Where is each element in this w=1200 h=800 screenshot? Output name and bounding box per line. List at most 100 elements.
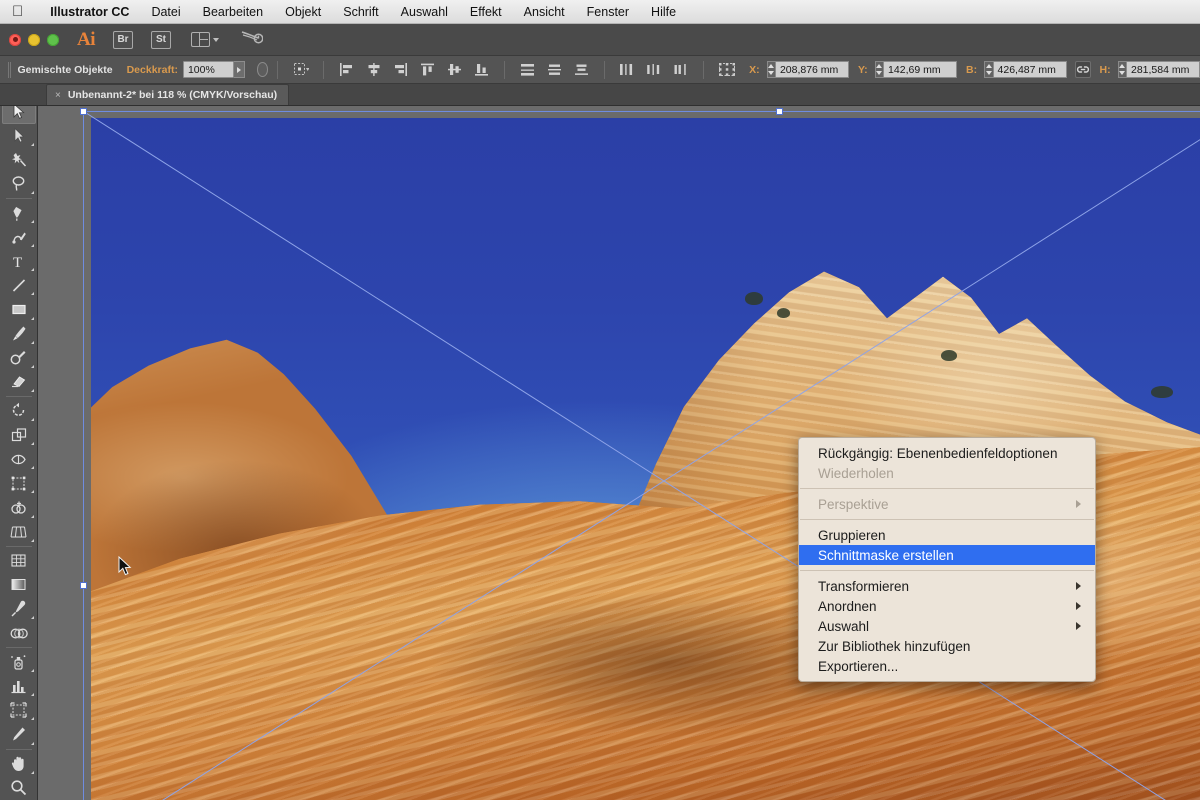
pen-tool[interactable] bbox=[2, 201, 36, 225]
context-menu-item-transformieren[interactable]: Transformieren bbox=[799, 576, 1095, 596]
perspective-grid-tool[interactable] bbox=[2, 520, 36, 544]
blob-brush-tool[interactable] bbox=[2, 346, 36, 370]
selection-handle-middle-left[interactable] bbox=[80, 582, 87, 589]
opacity-input[interactable]: 100% bbox=[183, 61, 234, 78]
y-stepper[interactable] bbox=[875, 61, 883, 78]
context-menu-item-anordnen[interactable]: Anordnen bbox=[799, 596, 1095, 616]
context-menu-item-label: Exportieren... bbox=[818, 659, 898, 674]
submenu-arrow-icon bbox=[1076, 602, 1081, 610]
close-icon[interactable]: × bbox=[55, 90, 61, 101]
shape-builder-tool[interactable] bbox=[2, 495, 36, 519]
recolor-artwork-icon[interactable] bbox=[257, 62, 269, 77]
menu-item-objekt[interactable]: Objekt bbox=[274, 0, 332, 24]
context-menu-item-label: Anordnen bbox=[818, 599, 877, 614]
workspace-switcher-icon[interactable] bbox=[191, 32, 219, 47]
align-top-icon[interactable] bbox=[419, 62, 436, 77]
slice-tool[interactable] bbox=[2, 722, 36, 746]
distribute-top-icon[interactable] bbox=[519, 62, 536, 77]
transform-panel-icon[interactable] bbox=[718, 62, 735, 77]
distribute-left-icon[interactable] bbox=[618, 62, 635, 77]
mesh-tool[interactable] bbox=[2, 549, 36, 573]
menu-item-ansicht[interactable]: Ansicht bbox=[513, 0, 576, 24]
symbol-sprayer-tool[interactable] bbox=[2, 650, 36, 674]
x-stepper[interactable] bbox=[767, 61, 775, 78]
width-label: B: bbox=[966, 64, 977, 76]
menu-item-bearbeiten[interactable]: Bearbeiten bbox=[192, 0, 274, 24]
rotate-tool[interactable] bbox=[2, 399, 36, 423]
free-transform-tool[interactable] bbox=[2, 471, 36, 495]
width-tool[interactable] bbox=[2, 447, 36, 471]
context-menu-separator bbox=[800, 519, 1094, 520]
menu-item-hilfe[interactable]: Hilfe bbox=[640, 0, 687, 24]
curvature-tool[interactable] bbox=[2, 225, 36, 249]
search-tools-icon[interactable] bbox=[241, 29, 263, 50]
width-input[interactable]: 426,487 mm bbox=[993, 61, 1067, 78]
context-menu-item-schnittmaske-erstellen[interactable]: Schnittmaske erstellen bbox=[799, 545, 1095, 565]
align-center-horizontal-icon[interactable] bbox=[365, 62, 382, 77]
menu-item-effekt[interactable]: Effekt bbox=[459, 0, 513, 24]
line-segment-tool[interactable] bbox=[2, 273, 36, 297]
type-tool[interactable]: T bbox=[2, 249, 36, 273]
context-menu-item-label: Gruppieren bbox=[818, 528, 886, 543]
x-coordinate-input[interactable]: 208,876 mm bbox=[775, 61, 849, 78]
magic-wand-tool[interactable] bbox=[2, 148, 36, 172]
scale-tool[interactable] bbox=[2, 423, 36, 447]
control-bar-grip[interactable] bbox=[8, 62, 11, 78]
lasso-tool[interactable] bbox=[2, 172, 36, 196]
menu-item-auswahl[interactable]: Auswahl bbox=[390, 0, 459, 24]
bush-icon bbox=[1151, 386, 1173, 398]
menu-item-illustrator-cc[interactable]: Illustrator CC bbox=[39, 0, 140, 24]
context-menu-item-zur-bibliothek-hinzufuegen[interactable]: Zur Bibliothek hinzufügen bbox=[799, 636, 1095, 656]
bush-icon bbox=[745, 292, 763, 305]
y-coordinate-input[interactable]: 142,69 mm bbox=[883, 61, 957, 78]
width-stepper[interactable] bbox=[984, 61, 992, 78]
rectangle-tool[interactable] bbox=[2, 297, 36, 321]
eyedropper-tool[interactable] bbox=[2, 597, 36, 621]
height-stepper[interactable] bbox=[1118, 61, 1126, 78]
paintbrush-tool[interactable] bbox=[2, 322, 36, 346]
document-tab-label: Unbenannt-2* bei 118 % (CMYK/Vorschau) bbox=[68, 89, 277, 101]
distribute-right-icon[interactable] bbox=[672, 62, 689, 77]
menu-item-schrift[interactable]: Schrift bbox=[332, 0, 389, 24]
context-menu-item-exportieren[interactable]: Exportieren... bbox=[799, 656, 1095, 676]
align-right-icon[interactable] bbox=[392, 62, 409, 77]
stock-icon[interactable]: St bbox=[151, 31, 171, 49]
menu-item-fenster[interactable]: Fenster bbox=[576, 0, 640, 24]
bridge-icon[interactable]: Br bbox=[113, 31, 133, 49]
align-left-icon[interactable] bbox=[338, 62, 355, 77]
height-input[interactable]: 281,584 mm bbox=[1126, 61, 1200, 78]
context-menu-item-undo[interactable]: Rückgängig: Ebenenbedienfeldoptionen bbox=[799, 443, 1095, 463]
direct-selection-tool[interactable] bbox=[2, 124, 36, 148]
macos-menubar:  Illustrator CC Datei Bearbeiten Objekt… bbox=[0, 0, 1200, 24]
link-proportions-icon[interactable] bbox=[1075, 61, 1091, 78]
context-menu-item-perspektive: Perspektive bbox=[799, 494, 1095, 514]
maximize-window-button[interactable] bbox=[47, 34, 59, 46]
apple-icon[interactable]:  bbox=[12, 4, 23, 19]
transform-reference-point-icon[interactable] bbox=[292, 62, 309, 77]
distribute-bottom-icon[interactable] bbox=[573, 62, 590, 77]
hand-tool[interactable] bbox=[2, 752, 36, 776]
context-menu-item-label: Auswahl bbox=[818, 619, 869, 634]
context-menu[interactable]: Rückgängig: Ebenenbedienfeldoptionen Wie… bbox=[798, 437, 1096, 682]
distribute-center-h-icon[interactable] bbox=[645, 62, 662, 77]
selection-handle-top-center[interactable] bbox=[776, 108, 783, 115]
artboard-tool[interactable] bbox=[2, 698, 36, 722]
illustrator-logo-icon: Ai bbox=[77, 29, 95, 51]
context-menu-item-gruppieren[interactable]: Gruppieren bbox=[799, 525, 1095, 545]
context-menu-item-label: Zur Bibliothek hinzufügen bbox=[818, 639, 970, 654]
zoom-tool[interactable] bbox=[2, 776, 36, 800]
blend-tool[interactable] bbox=[2, 621, 36, 645]
close-window-button[interactable] bbox=[9, 34, 21, 46]
distribute-center-icon[interactable] bbox=[546, 62, 563, 77]
minimize-window-button[interactable] bbox=[28, 34, 40, 46]
column-graph-tool[interactable] bbox=[2, 674, 36, 698]
selection-handle-top-left[interactable] bbox=[80, 108, 87, 115]
document-tab[interactable]: × Unbenannt-2* bei 118 % (CMYK/Vorschau) bbox=[46, 84, 289, 105]
opacity-dropdown-arrow-icon[interactable] bbox=[234, 61, 245, 78]
eraser-tool[interactable] bbox=[2, 370, 36, 394]
context-menu-item-auswahl[interactable]: Auswahl bbox=[799, 616, 1095, 636]
menu-item-datei[interactable]: Datei bbox=[140, 0, 191, 24]
gradient-tool[interactable] bbox=[2, 573, 36, 597]
align-middle-vertical-icon[interactable] bbox=[446, 62, 463, 77]
align-bottom-icon[interactable] bbox=[473, 62, 490, 77]
